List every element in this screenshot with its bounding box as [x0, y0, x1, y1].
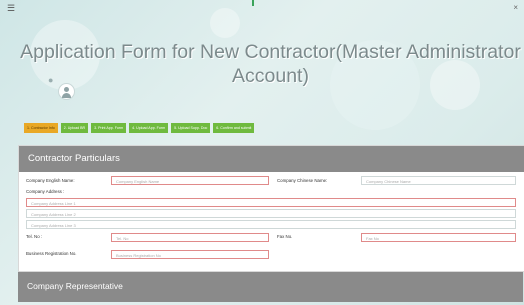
close-icon[interactable]: × [513, 3, 518, 12]
user-avatar-icon[interactable] [58, 83, 75, 100]
tel-no-input[interactable]: Tel. No [111, 233, 269, 242]
page-title: Application Form for New Contractor(Mast… [18, 40, 523, 88]
info-icon: ● [48, 75, 54, 85]
company-english-name-input[interactable]: Company English Name [111, 176, 269, 185]
step-confirm-submit[interactable]: 6. Confirm and submit [213, 123, 255, 133]
step-upload-supp-doc[interactable]: 5. Upload Supp. Doc [171, 123, 211, 133]
hamburger-icon[interactable]: ☰ [7, 4, 16, 13]
wizard-steps: 1. Contractor Info 2. Upload BR 3. Print… [24, 123, 255, 133]
company-chinese-name-label: Company Chinese Name: [277, 178, 328, 183]
step-contractor-info[interactable]: 1. Contractor Info [24, 123, 58, 133]
step-upload-br[interactable]: 2. Upload BR [60, 123, 89, 133]
page-title-line2: Account) [232, 65, 309, 87]
top-indicator [252, 0, 254, 6]
contractor-particulars-heading: Contractor Particulars [19, 146, 524, 172]
business-registration-label: Business Registration No. [26, 251, 77, 256]
company-english-name-label: Company English Name: [26, 178, 75, 183]
company-address-line2-input[interactable]: Company Address Line 2 [26, 209, 516, 218]
fax-no-input[interactable]: Fax No [361, 233, 516, 242]
company-chinese-name-input[interactable]: Company Chinese Name [361, 176, 516, 185]
business-registration-input[interactable]: Business Registration No [111, 250, 269, 259]
step-print-app-form[interactable]: 3. Print App. Form [91, 123, 127, 133]
company-address-label: Company Address : [26, 189, 65, 194]
step-upload-app-form[interactable]: 4. Upload App. Form [129, 123, 169, 133]
company-address-line1-input[interactable]: Company Address Line 1 [26, 198, 516, 207]
page-title-line1: Application Form for New Contractor(Mast… [20, 41, 521, 63]
tel-no-label: Tel. No : [26, 234, 43, 239]
background-decoration [210, 8, 240, 38]
fax-no-label: Fax No. [277, 234, 293, 239]
contractor-particulars-panel: Contractor Particulars Company English N… [18, 145, 524, 272]
company-representative-heading: Company Representative [18, 272, 523, 302]
company-address-line3-input[interactable]: Company Address Line 3 [26, 220, 516, 229]
